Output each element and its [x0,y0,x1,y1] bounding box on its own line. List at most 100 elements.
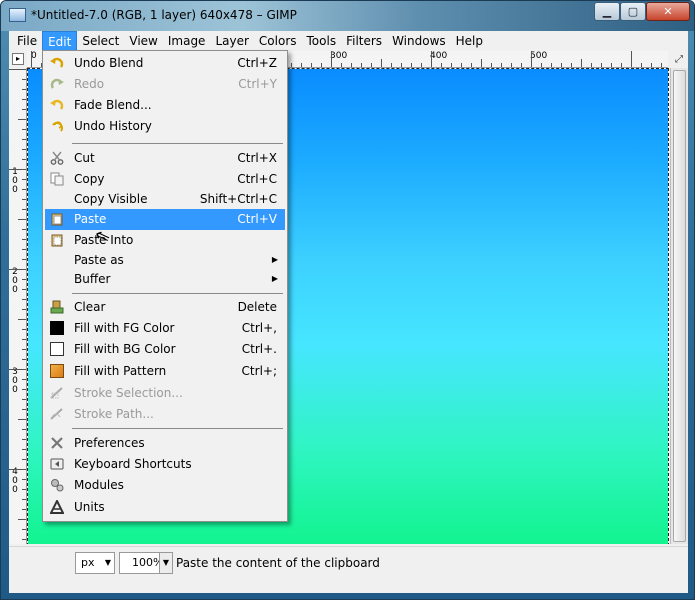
menu-item-fade-blend[interactable]: Fade Blend... [45,95,285,116]
menu-item-redo[interactable]: Redo Ctrl+Y [45,74,285,95]
title-bar[interactable]: *Untitled-7.0 (RGB, 1 layer) 640x478 – G… [1,1,694,31]
gimp-app-icon [9,8,26,22]
vertical-scrollbar[interactable] [670,68,688,544]
ruler-tick [22,139,26,140]
menu-item-label: Fill with BG Color [74,342,176,356]
chevron-down-icon: ▼ [159,553,172,573]
menu-file[interactable]: File [12,31,42,51]
units-icon [50,500,64,514]
menu-item-paste-as[interactable]: Paste as ▶ [45,250,285,271]
maximize-button[interactable]: ▢ [620,2,646,21]
ruler-tick [9,469,26,470]
ruler-tick [431,51,432,67]
menu-help[interactable]: Help [451,31,488,51]
ruler-tick [22,439,26,440]
menu-colors[interactable]: Colors [254,31,302,51]
menu-item-label: Paste [74,212,107,226]
copy-icon [50,172,64,186]
menu-item-label: Preferences [74,436,145,450]
quick-mask-menu-button[interactable]: ▸ [12,53,24,65]
menu-item-accel: Delete [237,300,277,314]
ruler-tick [22,499,26,500]
minimize-button[interactable]: ▁ [594,2,620,21]
ruler-tick [291,63,292,67]
ruler-tick [22,329,26,330]
submenu-arrow-icon: ▶ [271,255,278,264]
ruler-tick [551,63,552,67]
bg-color-icon [50,342,64,356]
menu-item-accel: Ctrl+Z [237,56,277,70]
ruler-tick [481,59,482,67]
ruler-tick [9,169,26,170]
status-bar: px ▼ 100% ▼ Paste the content of the cli… [9,546,688,576]
ruler-tick [611,63,612,67]
menu-item-fill-bg[interactable]: Fill with BG Color Ctrl+. [45,339,285,360]
ruler-tick [341,63,342,67]
menu-item-clear[interactable]: Clear Delete [45,297,285,318]
menu-item-label: Fade Blend... [74,98,152,112]
ruler-tick [511,63,512,67]
ruler-tick [311,63,312,67]
vertical-scroll-thumb[interactable] [673,70,686,542]
menu-separator [72,293,283,294]
chevron-down-icon: ▼ [104,558,111,567]
ruler-tick [22,479,26,480]
ruler-tick [301,63,302,67]
menu-item-stroke-selection[interactable]: Stroke Selection... [45,383,285,404]
menu-item-label: Clear [74,300,106,314]
menu-edit[interactable]: Edit [42,31,78,51]
menu-select[interactable]: Select [77,31,124,51]
menu-item-label: Copy Visible [74,192,148,206]
menu-item-copy-visible[interactable]: Copy Visible Shift+Ctrl+C [45,189,285,210]
ruler-tick [18,419,26,420]
ruler-tick [22,539,26,540]
menu-item-modules[interactable]: Modules [45,475,285,496]
menu-item-keyboard-shortcuts[interactable]: Keyboard Shortcuts [45,454,285,475]
menu-item-undo-blend[interactable]: Undo Blend Ctrl+Z [45,53,285,74]
menu-view[interactable]: View [124,31,162,51]
menu-item-copy[interactable]: Copy Ctrl+C [45,169,285,190]
edit-menu: Undo Blend Ctrl+Z Redo Ctrl+Y Fade Blend… [42,50,288,522]
menu-item-cut[interactable]: Cut Ctrl+X [45,148,285,169]
menu-item-preferences[interactable]: Preferences [45,433,285,454]
ruler-tick [421,63,422,67]
menu-item-accel: Ctrl+Y [238,77,277,91]
ruler-tick [451,63,452,67]
ruler-tick [22,99,26,100]
menu-item-buffer[interactable]: Buffer ▶ [45,269,285,290]
ruler-tick [22,409,26,410]
menu-item-label: Cut [74,151,95,165]
close-button[interactable]: ✕ [646,2,690,21]
menu-item-units[interactable]: Units [45,497,285,518]
ruler-label: 400 [12,467,18,495]
menu-item-fill-pattern[interactable]: Fill with Pattern Ctrl+; [45,361,285,382]
ruler-tick [631,51,632,67]
ruler-tick [521,63,522,67]
eraser-icon [50,300,64,314]
menu-item-paste-into[interactable]: Paste Into [45,230,285,251]
ruler-tick [351,63,352,67]
ruler-tick [22,189,26,190]
menu-windows[interactable]: Windows [387,31,451,51]
vertical-ruler[interactable]: 100 200 300 400 [9,68,27,544]
menu-item-stroke-path[interactable]: Stroke Path... [45,404,285,425]
ruler-tick [22,379,26,380]
menu-item-paste[interactable]: Paste Ctrl+V [45,209,285,230]
zoom-selector[interactable]: 100% ▼ [119,552,173,574]
menu-item-fill-fg[interactable]: Fill with FG Color Ctrl+, [45,318,285,339]
menu-image[interactable]: Image [163,31,211,51]
menu-item-undo-history[interactable]: Undo History [45,116,285,137]
ruler-tick [18,219,26,220]
zoom-to-fit-icon[interactable]: ⤢ [672,53,686,67]
menu-item-accel: Shift+Ctrl+C [199,192,277,206]
menu-tools[interactable]: Tools [302,31,342,51]
ruler-tick [391,63,392,67]
ruler-tick [22,89,26,90]
menu-filters[interactable]: Filters [341,31,387,51]
ruler-tick [601,63,602,67]
ruler-tick [22,279,26,280]
undo-history-icon [52,121,63,132]
ruler-tick [441,63,442,67]
menu-layer[interactable]: Layer [210,31,253,51]
unit-selector[interactable]: px ▼ [75,552,115,574]
